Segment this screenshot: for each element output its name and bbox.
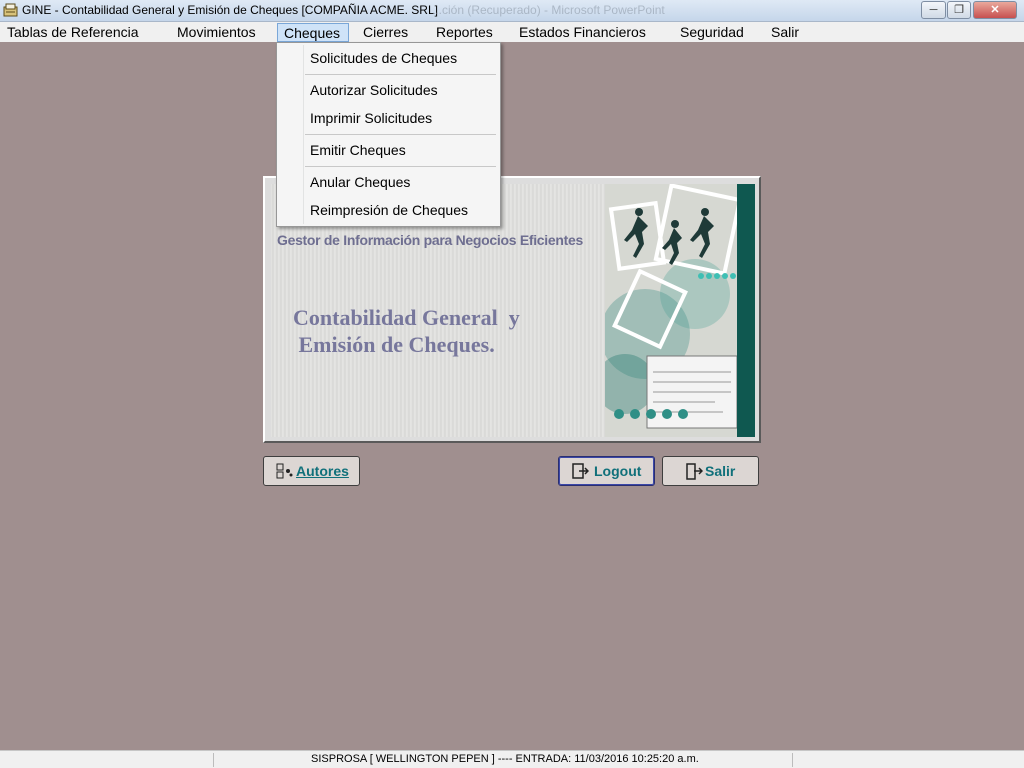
app-icon[interactable] <box>3 3 19 18</box>
splash-headline: Contabilidad General y Emisión de Cheque… <box>293 305 520 357</box>
menu-item-solicitudes-de-cheques[interactable]: Solicitudes de Cheques <box>310 48 457 70</box>
salir-button[interactable]: Salir <box>662 456 759 486</box>
menu-separator <box>305 166 496 167</box>
runners-artwork <box>605 184 755 437</box>
menu-salir[interactable]: Salir <box>769 23 801 42</box>
menu-tablas-de-referencia[interactable]: Tablas de Referencia <box>5 23 141 42</box>
menu-label: Tablas de Referencia <box>7 24 139 40</box>
exit-door-icon <box>685 463 704 480</box>
menu-label: Seguridad <box>680 24 744 40</box>
background-window-title: ...ción (Recuperado) - Microsoft PowerPo… <box>432 3 665 17</box>
people-icon <box>276 463 294 480</box>
menu-item-anular-cheques[interactable]: Anular Cheques <box>310 172 410 194</box>
menu-estados-financieros[interactable]: Estados Financieros <box>517 23 648 42</box>
menu-reportes[interactable]: Reportes <box>434 23 495 42</box>
status-divider <box>213 753 214 767</box>
maximize-button[interactable]: ❐ <box>947 1 971 19</box>
menu-bar: Tablas de Referencia Movimientos Cheques… <box>0 22 1024 42</box>
splash-accent-bar <box>737 184 755 437</box>
logout-button[interactable]: Logout <box>558 456 655 486</box>
menu-item-autorizar-solicitudes[interactable]: Autorizar Solicitudes <box>310 80 438 102</box>
menu-cierres[interactable]: Cierres <box>361 23 410 42</box>
menu-separator <box>305 74 496 75</box>
title-bar: GINE - Contabilidad General y Emisión de… <box>0 0 1024 22</box>
menu-label: Cheques <box>284 25 341 41</box>
menu-label: Salir <box>771 24 800 40</box>
status-bar: SISPROSA [ WELLINGTON PEPEN ] ---- ENTRA… <box>0 750 1024 768</box>
cheques-dropdown-menu: Solicitudes de Cheques Autorizar Solicit… <box>276 42 501 227</box>
autores-button[interactable]: Autores <box>263 456 360 486</box>
logout-icon <box>571 463 590 480</box>
menu-cheques[interactable]: Cheques <box>277 23 349 42</box>
menu-item-imprimir-solicitudes[interactable]: Imprimir Solicitudes <box>310 108 432 130</box>
status-divider <box>792 753 793 767</box>
menu-seguridad[interactable]: Seguridad <box>678 23 746 42</box>
menu-item-reimpresion-de-cheques[interactable]: Reimpresión de Cheques <box>310 200 468 222</box>
logout-label: Logout <box>594 463 642 479</box>
menu-item-emitir-cheques[interactable]: Emitir Cheques <box>310 140 406 162</box>
close-button[interactable]: ✕ <box>973 1 1017 19</box>
splash-tagline: Gestor de Información para Negocios Efic… <box>277 232 583 248</box>
menu-label: Reportes <box>436 24 493 40</box>
menu-label: Movimientos <box>177 24 256 40</box>
menu-gutter <box>303 45 304 224</box>
menu-movimientos[interactable]: Movimientos <box>175 23 258 42</box>
window-title: GINE - Contabilidad General y Emisión de… <box>22 3 438 17</box>
salir-label: Salir <box>705 463 736 479</box>
minimize-button[interactable]: ─ <box>921 1 946 19</box>
status-text: SISPROSA [ WELLINGTON PEPEN ] ---- ENTRA… <box>311 753 699 765</box>
autores-label: Autores <box>296 463 349 479</box>
menu-label: Estados Financieros <box>519 24 646 40</box>
menu-label: Cierres <box>363 24 409 40</box>
menu-separator <box>305 134 496 135</box>
splash-artwork <box>605 184 755 437</box>
